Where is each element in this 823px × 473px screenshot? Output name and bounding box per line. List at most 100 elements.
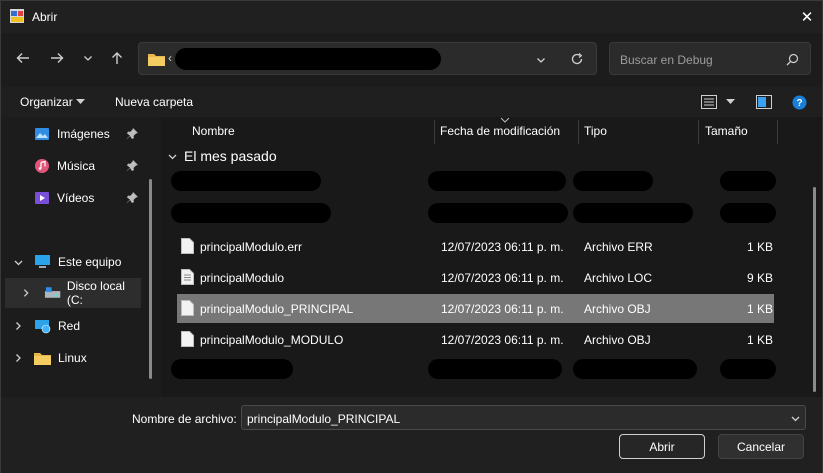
folder-icon [148,54,165,66]
text-file-icon [181,269,194,285]
file-list: Nombre Fecha de modificación Tipo Tamaño… [161,117,822,397]
back-button[interactable] [12,47,34,69]
redacted-cell [428,171,566,191]
column-divider[interactable] [578,120,579,144]
redacted-cell [573,359,697,379]
sidebar-item-label: Red [58,319,81,333]
sort-indicator-icon [500,117,510,123]
cancel-button[interactable]: Cancelar [718,434,804,459]
file-name: principalModulo.err [200,240,303,254]
sidebar-item-local-disk[interactable]: Disco local (C: [5,278,141,308]
file-type: Archivo LOC [584,271,653,285]
file-modified: 12/07/2023 06:11 p. m. [441,333,564,347]
file-modified: 12/07/2023 06:11 p. m. [441,271,564,285]
preview-pane-icon[interactable] [756,95,772,109]
chevron-down-icon[interactable] [13,257,24,268]
close-icon[interactable]: ✕ [795,5,819,29]
arrow-left-icon [16,53,29,63]
column-divider[interactable] [434,120,435,144]
file-name: principalModulo_MODULO [200,333,344,347]
chevron-right-icon[interactable] [13,353,23,363]
file-name-panel: Nombre de archivo: principalModulo_PRINC… [1,397,822,473]
sidebar-item-label: Música [57,159,96,173]
sidebar-item-this-pc[interactable]: Este equipo [34,247,149,277]
search-placeholder: Buscar en Debug [620,53,713,67]
redacted-cell [720,359,776,379]
chevron-right-icon[interactable] [21,288,31,298]
group-header[interactable]: El mes pasado [167,148,277,164]
file-size: 9 KB [747,271,774,285]
svg-text:?: ? [796,98,802,109]
view-dropdown-icon[interactable] [726,99,735,105]
file-type: Archivo ERR [584,240,653,254]
filename-value: principalModulo_PRINCIPAL [247,412,401,426]
up-button[interactable] [106,47,128,69]
organize-button[interactable]: Organizar [20,95,73,109]
sidebar-scrollbar[interactable] [149,179,152,379]
address-dropdown-icon[interactable] [535,54,547,66]
address-prefix: ‹ [168,51,172,65]
redacted-cell [171,171,321,191]
redacted-cell [171,359,293,379]
file-type: Archivo OBJ [584,333,651,347]
network-icon [35,320,51,334]
redacted-path [175,48,441,70]
chevron-down-icon [84,56,92,61]
view-options-icon[interactable] [701,95,717,109]
file-icon [181,331,194,347]
file-size: 1 KB [747,240,774,254]
file-row-selected[interactable]: principalModulo_PRINCIPAL 12/07/2023 06:… [177,294,774,323]
command-bar: Organizar Nueva carpeta ? [1,87,822,117]
redacted-cell [720,203,776,223]
file-size: 1 KB [747,302,774,316]
column-header-size[interactable]: Tamaño [705,124,748,138]
redacted-cell [428,359,562,379]
file-icon [181,300,194,316]
redacted-cell [720,171,776,191]
videos-icon [35,192,49,204]
column-header-modified[interactable]: Fecha de modificación [440,124,560,138]
file-row[interactable]: principalModulo.err 12/07/2023 06:11 p. … [177,232,774,261]
column-header-name[interactable]: Nombre [192,124,235,138]
refresh-icon[interactable] [570,52,584,66]
recent-locations-button[interactable] [77,47,99,69]
window-title: Abrir [32,10,58,24]
sidebar-item-network[interactable]: Red [34,311,149,341]
redacted-cell [573,171,653,191]
search-icon[interactable] [786,53,799,66]
caret-down-icon [76,99,85,104]
file-type: Archivo OBJ [584,302,651,316]
group-label: El mes pasado [184,148,277,164]
folder-icon [34,353,51,365]
search-input[interactable]: Buscar en Debug [609,42,811,75]
drive-icon [44,287,60,298]
filename-input[interactable]: principalModulo_PRINCIPAL [241,405,806,430]
arrow-right-icon [51,53,64,63]
column-divider[interactable] [698,120,699,144]
redacted-cell [573,203,693,223]
redacted-cell [171,203,331,223]
computer-icon [35,255,50,268]
open-button[interactable]: Abrir [619,434,705,459]
pin-icon[interactable] [127,128,138,139]
column-header-type[interactable]: Tipo [584,124,607,138]
file-list-scrollbar[interactable] [813,187,816,392]
music-icon [35,159,49,173]
sidebar-item-label: Linux [58,351,87,365]
sidebar-item-linux[interactable]: Linux [34,343,149,373]
pin-icon[interactable] [127,160,138,171]
pin-icon[interactable] [127,192,138,203]
file-row[interactable]: principalModulo 12/07/2023 06:11 p. m. A… [177,263,774,292]
address-bar[interactable]: ‹ [138,42,597,75]
title-bar: Abrir ✕ [1,1,822,33]
file-modified: 12/07/2023 06:11 p. m. [441,302,564,316]
new-folder-button[interactable]: Nueva carpeta [115,95,193,109]
forward-button[interactable] [46,47,68,69]
file-icon [181,238,194,254]
column-divider[interactable] [777,120,778,144]
chevron-down-icon[interactable] [790,413,801,424]
chevron-right-icon[interactable] [13,321,23,331]
file-row[interactable]: principalModulo_MODULO 12/07/2023 06:11 … [177,325,774,354]
sidebar-item-label: Este equipo [58,255,122,269]
help-icon[interactable]: ? [792,95,807,110]
